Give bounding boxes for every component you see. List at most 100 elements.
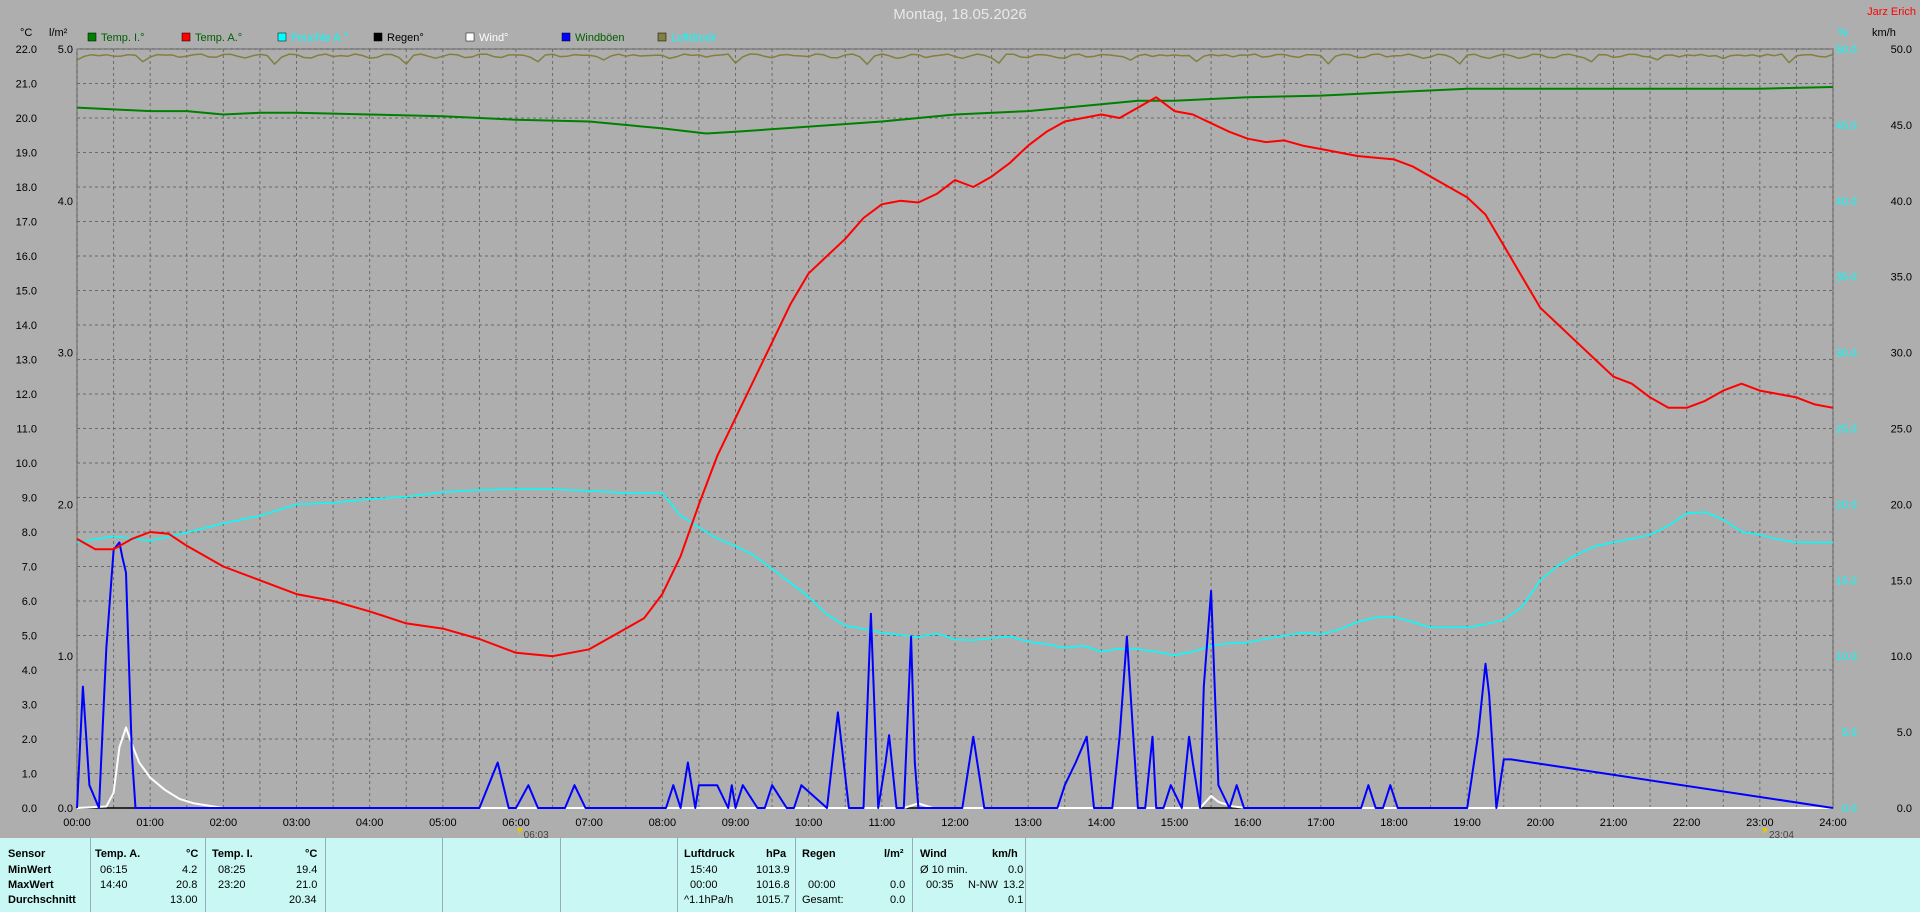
minwert-label: MinWert [8, 864, 52, 876]
humidity-tick-label: 45.0 [1836, 120, 1857, 132]
rain-tick-label: 5.0 [58, 44, 73, 56]
wind-tick-label: 25.0 [1891, 424, 1912, 436]
time-tick-label: 22:00 [1673, 817, 1701, 829]
luftdruck-header: Luftdruck [684, 848, 735, 860]
temp-tick-label: 7.0 [22, 562, 37, 574]
wind-avg-label: Ø 10 min. [920, 864, 968, 876]
tempa-max-val: 20.8 [176, 879, 198, 891]
time-tick-label: 12:00 [941, 817, 969, 829]
humidity-tick-label: 50.0 [1836, 44, 1857, 56]
time-tick-label: 04:00 [356, 817, 384, 829]
tempi-max-val: 21.0 [296, 879, 318, 891]
sun-marker-label: 06:03 [524, 830, 549, 838]
temp-tick-label: 5.0 [22, 631, 37, 643]
regen-max-time: 00:00 [808, 879, 836, 891]
rain-tick-label: 3.0 [58, 348, 73, 360]
durchschnitt-label: Durchschnitt [8, 894, 76, 906]
time-tick-label: 24:00 [1819, 817, 1847, 829]
sensor-header: Sensor [8, 848, 46, 860]
wind-tick-label: 0.0 [1897, 803, 1912, 815]
legend-swatch [181, 32, 191, 42]
temp-tick-label: 16.0 [16, 251, 37, 263]
right-unit-humidity: % [1838, 27, 1848, 39]
regen-total-label: Gesamt: [802, 894, 844, 906]
tempi-min-val: 19.4 [296, 864, 318, 876]
wind-max-dir: N-NW [968, 879, 998, 891]
time-tick-label: 23:00 [1746, 817, 1774, 829]
statistics-footer: Sensor MinWert MaxWert Durchschnitt Temp… [0, 838, 1920, 912]
tempi-unit: °C [305, 848, 318, 860]
temp-tick-label: 8.0 [22, 527, 37, 539]
time-tick-label: 07:00 [575, 817, 603, 829]
rain-tick-label: 1.0 [58, 651, 73, 663]
right-unit-wind: km/h [1872, 27, 1896, 39]
legend-swatch [277, 32, 287, 42]
luftdruck-trend-val: 1015.7 [756, 894, 790, 906]
tempa-avg-val: 13.00 [170, 894, 198, 906]
humidity-tick-label: 15.0 [1836, 575, 1857, 587]
legend-label: Temp. I.° [101, 32, 145, 44]
luftdruck-max-val: 1016.8 [756, 879, 790, 891]
wind-header: Wind [920, 848, 947, 860]
legend-swatch [561, 32, 571, 42]
rain-tick-label: 2.0 [58, 499, 73, 511]
temp-tick-label: 19.0 [16, 148, 37, 160]
left-unit-rain: l/m² [49, 27, 68, 39]
temp-tick-label: 0.0 [22, 803, 37, 815]
legend-label: Regen° [387, 32, 424, 44]
luftdruck-min-time: 15:40 [690, 864, 718, 876]
wind-day-avg: 0.1 [1008, 894, 1024, 906]
temp-tick-label: 14.0 [16, 320, 37, 332]
humidity-tick-label: 10.0 [1836, 651, 1857, 663]
temp-tick-label: 2.0 [22, 734, 37, 746]
time-tick-label: 13:00 [1014, 817, 1042, 829]
luftdruck-min-val: 1013.9 [756, 864, 790, 876]
regen-header: Regen [802, 848, 836, 860]
left-unit-temp: °C [20, 27, 32, 39]
wind-tick-label: 50.0 [1891, 44, 1912, 56]
temp-tick-label: 17.0 [16, 217, 37, 229]
wind-tick-label: 30.0 [1891, 348, 1912, 360]
weather-chart: Montag, 18.05.2026 Jarz Erich °C l/m² % … [0, 0, 1920, 838]
humidity-tick-label: 0.0 [1842, 803, 1857, 815]
time-tick-label: 18:00 [1380, 817, 1408, 829]
wind-tick-label: 20.0 [1891, 499, 1912, 511]
temp-tick-label: 18.0 [16, 182, 37, 194]
time-tick-label: 19:00 [1453, 817, 1481, 829]
temp-tick-label: 3.0 [22, 700, 37, 712]
tempi-avg-val: 20.34 [289, 894, 317, 906]
temp-tick-label: 11.0 [16, 424, 37, 436]
rain-tick-label: 4.0 [58, 196, 73, 208]
legend-label: Wind° [479, 32, 508, 44]
chart-title: Montag, 18.05.2026 [893, 6, 1026, 23]
tempi-max-time: 23:20 [218, 879, 246, 891]
humidity-tick-label: 5.0 [1842, 727, 1857, 739]
wind-tick-label: 40.0 [1891, 196, 1912, 208]
time-tick-label: 16:00 [1234, 817, 1262, 829]
wind-max-time: 00:35 [926, 879, 954, 891]
humidity-tick-label: 35.0 [1836, 272, 1857, 284]
time-tick-label: 00:00 [63, 817, 91, 829]
wind-unit: km/h [992, 848, 1018, 860]
regen-unit: l/m² [884, 848, 904, 860]
sun-marker-label: 23:04 [1769, 830, 1794, 838]
legend-swatch [465, 32, 475, 42]
humidity-tick-label: 40.0 [1836, 196, 1857, 208]
wind-tick-label: 35.0 [1891, 272, 1912, 284]
wind-tick-label: 5.0 [1897, 727, 1912, 739]
humidity-tick-label: 20.0 [1836, 499, 1857, 511]
wind-avg-val: 0.0 [1008, 864, 1024, 876]
maxwert-label: MaxWert [8, 879, 54, 891]
time-tick-label: 05:00 [429, 817, 457, 829]
luftdruck-max-time: 00:00 [690, 879, 718, 891]
temp-tick-label: 12.0 [16, 389, 37, 401]
time-tick-label: 20:00 [1527, 817, 1555, 829]
time-tick-label: 17:00 [1307, 817, 1335, 829]
humidity-tick-label: 25.0 [1836, 424, 1857, 436]
time-tick-label: 02:00 [210, 817, 238, 829]
legend-label: Temp. A.° [195, 32, 242, 44]
time-tick-label: 01:00 [136, 817, 164, 829]
time-tick-label: 06:00 [502, 817, 530, 829]
regen-total-val: 0.0 [890, 894, 906, 906]
temp-tick-label: 4.0 [22, 665, 37, 677]
